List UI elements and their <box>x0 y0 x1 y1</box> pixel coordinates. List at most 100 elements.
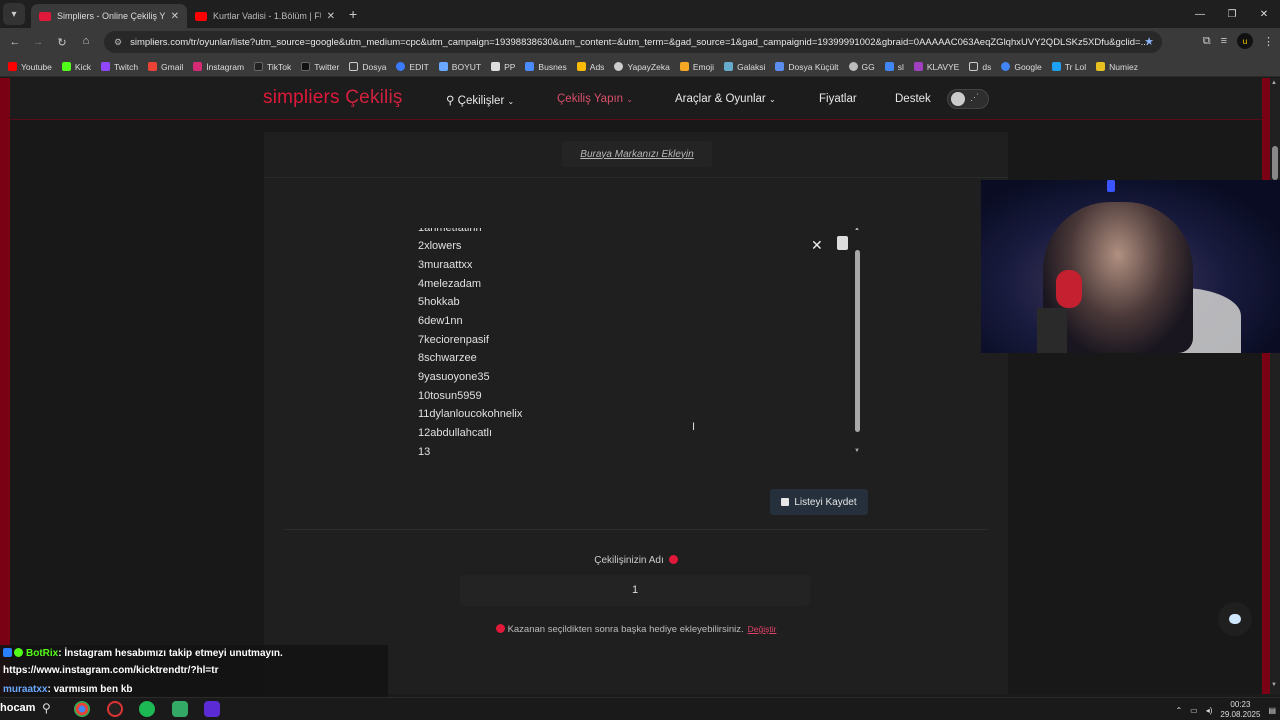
chevron-up-icon[interactable]: ⌃ <box>1175 706 1182 715</box>
close-icon[interactable]: ✕ <box>171 11 179 22</box>
tab-search-button[interactable]: ▾ <box>3 3 25 25</box>
bookmark-dosya[interactable]: Dosya <box>349 62 386 72</box>
scroll-up-icon[interactable]: ▲ <box>1271 80 1277 86</box>
spotify-icon[interactable] <box>139 701 155 717</box>
nav-cekilisler[interactable]: ⚲ Çekilişler ⌄ <box>446 93 514 107</box>
home-icon[interactable]: ⌂ <box>74 35 98 47</box>
tab-simpliers[interactable]: Simpliers - Online Çekiliş Yap ✕ <box>31 4 187 28</box>
volume-icon[interactable]: ◂) <box>1206 706 1213 715</box>
bookmark-tr-lol[interactable]: Tr Lol <box>1051 62 1086 72</box>
save-list-button[interactable]: Listeyi Kaydet <box>770 489 868 515</box>
bookmark-edit[interactable]: EDIT <box>396 62 429 72</box>
bookmark-label: YapayZeka <box>627 61 670 72</box>
theme-toggle[interactable]: ⋰ <box>947 89 989 109</box>
bookmark-ds[interactable]: ds <box>969 62 991 72</box>
nav-araclar-oyunlar[interactable]: Araçlar & Oyunlar ⌄ <box>675 93 776 105</box>
bookmark-ads[interactable]: Ads <box>576 62 604 72</box>
bookmark-emoji[interactable]: Emoji <box>679 62 714 72</box>
bookmark-label: Busnes <box>538 61 567 72</box>
list-item: 9yasuoyone35 <box>418 371 490 383</box>
network-icon[interactable]: ▭ <box>1190 706 1198 715</box>
emoji-icon <box>679 62 689 71</box>
page-scrollbar[interactable]: ▲ ▼ <box>1270 78 1280 694</box>
profile-avatar[interactable]: u <box>1237 33 1253 49</box>
change-link[interactable]: Değiştir <box>748 624 777 634</box>
info-dot-icon <box>495 624 505 633</box>
numiez-icon <box>1096 62 1106 71</box>
bookmark-instagram[interactable]: İnstagram <box>193 62 244 72</box>
media-icon[interactable]: ≡ <box>1221 35 1227 47</box>
participant-list-textarea[interactable]: 1ahmetfatihh 2xlowers 3muraattxx 4meleza… <box>406 228 862 464</box>
menu-icon[interactable]: ⋮ <box>1263 35 1274 48</box>
site-info-icon[interactable]: ⚙ <box>114 37 122 48</box>
add-brand-link[interactable]: Buraya Markanızı Ekleyin <box>562 141 712 167</box>
raffle-name-input[interactable]: 1 <box>460 575 810 606</box>
clipboard-icon[interactable] <box>837 236 848 250</box>
back-icon[interactable]: ← <box>3 36 27 48</box>
chat-text: : varmısım ben kb <box>47 684 133 695</box>
obs-icon[interactable] <box>107 701 123 717</box>
clear-list-icon[interactable]: ✕ <box>811 237 823 254</box>
bookmark-numiez[interactable]: Numiez <box>1096 62 1138 72</box>
forward-icon[interactable]: → <box>26 36 50 48</box>
site-navbar: simpliers Çekiliş ⚲ Çekilişler ⌄ Çekiliş… <box>10 78 1262 120</box>
search-icon: ⚲ <box>446 95 455 107</box>
visual-studio-icon[interactable] <box>204 701 220 717</box>
list-item: 12abdullahcatlı <box>418 427 493 439</box>
bookmark-yapayzeka[interactable]: YapayZeka <box>614 61 670 72</box>
restore-icon[interactable]: ❐ <box>1216 0 1248 28</box>
scroll-up-icon[interactable]: ▲ <box>854 228 860 232</box>
window-controls: — ❐ ✕ <box>1184 0 1280 28</box>
list-scrollbar[interactable]: ▲ ▼ <box>854 228 862 460</box>
bookmark-kick[interactable]: Kick <box>61 62 91 72</box>
bookmark-gmail[interactable]: Gmail <box>148 62 183 72</box>
galaksi-icon <box>724 62 734 71</box>
list-scrollbar-thumb[interactable] <box>855 250 860 432</box>
bookmark-twitter[interactable]: Twitter <box>301 62 339 72</box>
site-logo[interactable]: simpliers Çekiliş <box>263 87 403 109</box>
list-card: Buraya Markanızı Ekleyin 1ahmetfatihh 2x… <box>264 132 1008 694</box>
bookmark-star-icon[interactable]: ★ <box>1144 35 1154 48</box>
extensions-icon[interactable]: ⧉ <box>1203 35 1211 48</box>
bookmark-label: Dosya Küçült <box>788 61 839 72</box>
scroll-down-icon[interactable]: ▼ <box>1271 682 1277 688</box>
bookmark-label: İnstagram <box>206 61 245 72</box>
chevron-down-icon: ⌄ <box>768 95 776 104</box>
bookmark-galaksi[interactable]: Galaksi <box>724 62 765 72</box>
bookmark-klavye[interactable]: KLAVYE <box>913 62 959 72</box>
address-bar[interactable]: ⚙ simpliers.com/tr/oyunlar/liste?utm_sou… <box>104 31 1162 53</box>
app-icon[interactable] <box>172 701 188 717</box>
notifications-icon[interactable]: ▤ <box>1268 706 1276 715</box>
bookmark-boyut[interactable]: BOYUT <box>438 62 481 72</box>
meta-icon <box>525 62 535 71</box>
chrome-icon[interactable] <box>74 701 90 717</box>
support-chat-button[interactable] <box>1218 602 1252 636</box>
close-icon[interactable]: ✕ <box>327 11 335 22</box>
nav-fiyatlar[interactable]: Fiyatlar <box>819 93 857 105</box>
new-tab-icon[interactable]: + <box>349 6 357 22</box>
bookmark-youtube[interactable]: Youtube <box>8 62 52 72</box>
bookmark-busnes[interactable]: Busnes <box>525 61 567 72</box>
window-close-icon[interactable]: ✕ <box>1248 0 1280 28</box>
gg-icon <box>848 62 858 71</box>
twitch-icon <box>100 62 110 71</box>
divider <box>284 529 988 530</box>
minimize-icon[interactable]: — <box>1184 0 1216 28</box>
tab-kurtlar-vadisi[interactable]: Kurtlar Vadisi - 1.Bölüm | FULL H ✕ <box>187 4 343 28</box>
bookmark-sl[interactable]: sl <box>884 62 904 72</box>
bookmark-twitch[interactable]: Twitch <box>100 62 138 72</box>
bookmark-pp[interactable]: PP <box>491 62 515 72</box>
bookmark-gg[interactable]: GG <box>848 62 875 72</box>
nav-cekilis-yapin[interactable]: Çekiliş Yapın ⌄ <box>557 93 633 105</box>
search-icon[interactable]: ⚲ <box>42 701 51 715</box>
reload-icon[interactable]: ↻ <box>50 36 74 49</box>
verified-badge-icon <box>14 648 23 657</box>
bookmark-tiktok[interactable]: TikTok <box>254 62 291 72</box>
bookmark-dosya-kucult[interactable]: Dosya Küçült <box>775 61 839 72</box>
nav-destek[interactable]: Destek <box>895 93 931 105</box>
clock[interactable]: 00:23 29.08.2025 <box>1220 700 1260 720</box>
kick-badge-icon <box>3 648 12 657</box>
scroll-down-icon[interactable]: ▼ <box>854 448 860 454</box>
scrollbar-thumb[interactable] <box>1272 146 1278 180</box>
bookmark-google[interactable]: Google <box>1001 62 1042 72</box>
